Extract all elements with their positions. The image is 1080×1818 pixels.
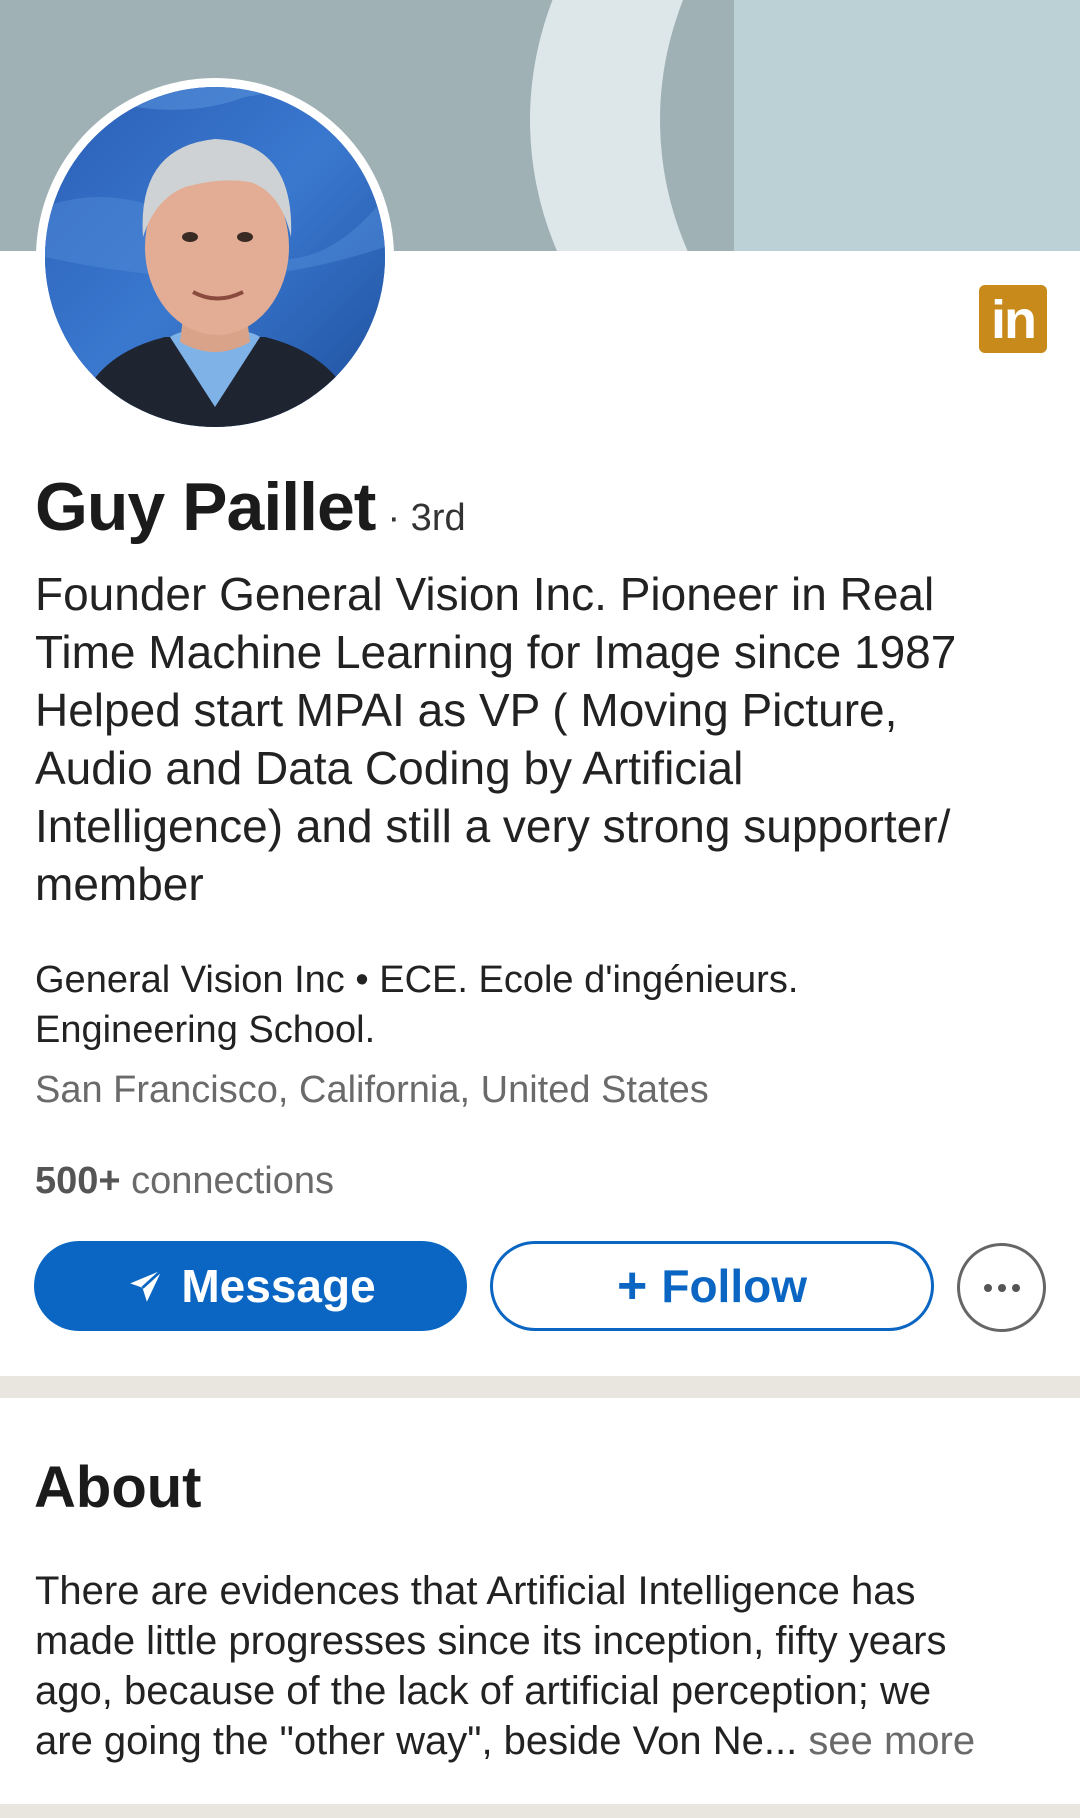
headline-line: Audio and Data Coding by Artificial bbox=[35, 742, 744, 794]
follow-button[interactable]: + Follow bbox=[490, 1241, 934, 1331]
avatar-photo bbox=[45, 87, 385, 427]
about-section-title: About bbox=[34, 1455, 202, 1520]
profile-page: in Guy Paillet · 3rd Founder General Vis… bbox=[0, 0, 1080, 1818]
connections-link[interactable]: 500+ connections bbox=[35, 1156, 334, 1206]
about-line: made little progresses since its incepti… bbox=[35, 1619, 947, 1663]
linkedin-logo-icon: in bbox=[979, 285, 1047, 353]
profile-name-row: Guy Paillet · 3rd bbox=[35, 468, 466, 548]
message-button[interactable]: Message bbox=[34, 1241, 467, 1331]
headline-line: Intelligence) and still a very strong su… bbox=[35, 800, 951, 852]
about-last-line: are going the "other way", beside Von Ne… bbox=[35, 1716, 1055, 1766]
meta-line: General Vision Inc • ECE. Ecole d'ingéni… bbox=[35, 959, 799, 1001]
headline-line: Helped start MPAI as VP ( Moving Picture… bbox=[35, 684, 898, 736]
about-text: There are evidences that Artificial Inte… bbox=[35, 1566, 1055, 1766]
headline-line: Time Machine Learning for Image since 19… bbox=[35, 626, 957, 678]
profile-avatar[interactable] bbox=[45, 87, 385, 427]
ellipsis-icon bbox=[983, 1283, 1020, 1292]
profile-company-education[interactable]: General Vision Inc • ECE. Ecole d'ingéni… bbox=[35, 955, 1055, 1055]
section-divider bbox=[0, 1804, 1080, 1818]
message-button-label: Message bbox=[181, 1260, 376, 1312]
plus-icon: + bbox=[616, 1257, 648, 1315]
profile-headline: Founder General Vision Inc. Pioneer in R… bbox=[35, 565, 1055, 913]
see-more-link[interactable]: see more bbox=[808, 1719, 975, 1763]
connections-label: connections bbox=[131, 1160, 334, 1202]
headline-line: Founder General Vision Inc. Pioneer in R… bbox=[35, 568, 935, 620]
about-line: are going the "other way", beside Von Ne… bbox=[35, 1719, 798, 1763]
section-divider bbox=[0, 1376, 1080, 1398]
follow-button-label: Follow bbox=[661, 1260, 807, 1312]
more-options-button[interactable] bbox=[957, 1243, 1046, 1332]
profile-location: San Francisco, California, United States bbox=[35, 1069, 709, 1111]
about-line: ago, because of the lack of artificial p… bbox=[35, 1669, 932, 1713]
banner-right-panel bbox=[734, 0, 1080, 251]
connections-count: 500+ bbox=[35, 1160, 121, 1202]
meta-line: Engineering School. bbox=[35, 1009, 376, 1051]
headline-line: member bbox=[35, 858, 204, 910]
about-line: There are evidences that Artificial Inte… bbox=[35, 1569, 916, 1613]
send-icon bbox=[125, 1265, 167, 1307]
profile-name: Guy Paillet bbox=[35, 469, 376, 545]
connection-degree: · 3rd bbox=[387, 497, 466, 539]
profile-avatar-frame bbox=[36, 78, 394, 436]
